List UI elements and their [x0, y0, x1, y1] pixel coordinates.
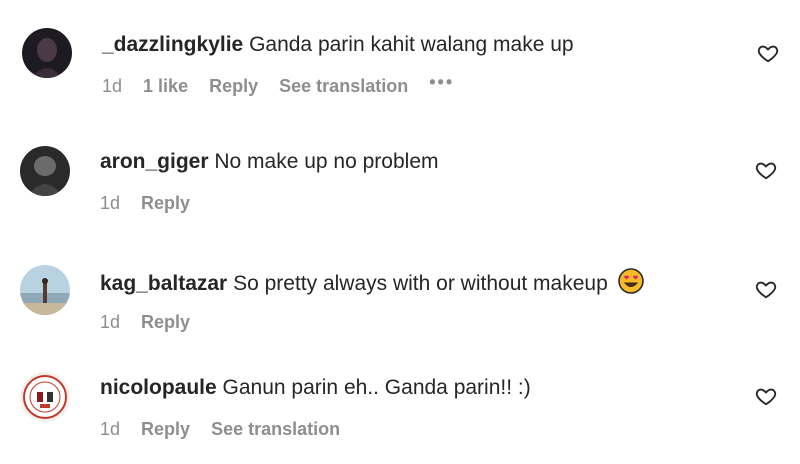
avatar[interactable]	[20, 146, 70, 196]
comment-text-line: nicolopaule Ganun parin eh.. Ganda parin…	[100, 375, 531, 401]
comment-text: Ganun parin eh.. Ganda parin!! :)	[222, 376, 531, 399]
more-options-icon[interactable]: •••	[429, 71, 454, 93]
comment-meta: 1d Reply	[100, 311, 206, 333]
comment-text: Ganda parin kahit walang make up	[249, 33, 574, 56]
avatar[interactable]	[22, 28, 72, 78]
comment-meta: 1d 1 like Reply See translation •••	[102, 72, 470, 97]
comment-username[interactable]: kag_baltazar	[100, 272, 227, 295]
like-heart-icon[interactable]	[755, 278, 777, 300]
comment-time: 1d	[100, 193, 121, 213]
reply-button[interactable]: Reply	[141, 192, 190, 214]
like-heart-icon[interactable]	[755, 385, 777, 407]
reply-button[interactable]: Reply	[209, 75, 258, 97]
comment-text: So pretty always with or without makeup	[233, 272, 608, 295]
comment-username[interactable]: _dazzlingkylie	[102, 33, 243, 56]
like-heart-icon[interactable]	[755, 159, 777, 181]
likes-count[interactable]: 1 like	[143, 75, 188, 97]
comment-text-line: aron_giger No make up no problem	[100, 149, 439, 175]
like-heart-icon[interactable]	[757, 42, 779, 64]
avatar[interactable]	[20, 265, 70, 315]
comment-text-line: kag_baltazar So pretty always with or wi…	[100, 268, 644, 297]
comment-text-line: _dazzlingkylie Ganda parin kahit walang …	[102, 32, 574, 58]
comment-time: 1d	[100, 312, 121, 332]
comment-username[interactable]: aron_giger	[100, 150, 209, 173]
comment-username[interactable]: nicolopaule	[100, 376, 217, 399]
comment-meta: 1d Reply See translation	[100, 418, 356, 440]
reply-button[interactable]: Reply	[141, 311, 190, 333]
comment-meta: 1d Reply	[100, 192, 206, 214]
comment-time: 1d	[102, 76, 123, 96]
see-translation-button[interactable]: See translation	[279, 75, 408, 97]
reply-button[interactable]: Reply	[141, 418, 190, 440]
comment-time: 1d	[100, 419, 121, 439]
see-translation-button[interactable]: See translation	[211, 418, 340, 440]
avatar[interactable]	[20, 372, 70, 422]
heart-eyes-emoji-icon	[617, 268, 644, 294]
comment-text: No make up no problem	[214, 150, 439, 173]
